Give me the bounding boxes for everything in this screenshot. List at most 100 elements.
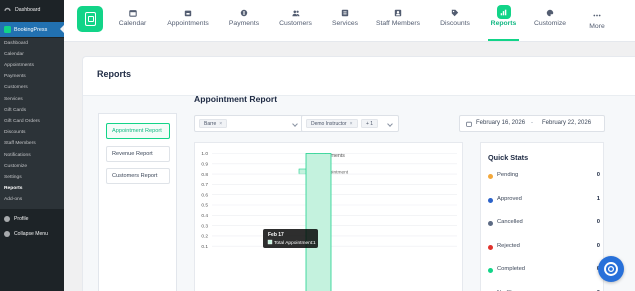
wp-sub-notifications[interactable]: Notifications (4, 153, 31, 159)
wp-menu-profile[interactable]: Profile (0, 216, 28, 222)
chart-panel: AppointmentsTotal Appointment1.00.90.80.… (194, 142, 463, 291)
staff-tag: Demo Instructor × (306, 119, 358, 128)
wp-sub-discounts[interactable]: Discounts (4, 130, 25, 136)
wp-menu-bookingpress[interactable]: BookingPress (0, 22, 64, 37)
wp-sub-reports[interactable]: Reports (4, 186, 22, 192)
section-title: Appointment Report (194, 94, 278, 104)
bookingpress-logo-icon (4, 26, 11, 33)
customers-icon (291, 9, 300, 17)
status-dot-icon (488, 174, 493, 179)
tooltip-title: Feb 17 (268, 232, 284, 238)
help-button[interactable] (598, 256, 624, 282)
staff-filter-select[interactable]: Demo Instructor × + 1 (301, 115, 399, 132)
services-icon (341, 9, 349, 17)
wp-sub-dashboard[interactable]: Dashboard (4, 41, 28, 47)
top-navigation: Calendar Appointments Payments Customers… (64, 0, 635, 42)
wp-sub-gift-card-orders[interactable]: Gift Card Orders (4, 119, 40, 125)
date-separator: - (531, 120, 533, 126)
y-tick-label: 0.4 (201, 213, 208, 219)
service-tag: Barre × (199, 119, 228, 128)
tab-customize[interactable]: Customize (534, 0, 566, 41)
wp-sub-staff-members[interactable]: Staff Members (4, 141, 36, 147)
page-title: Reports (97, 69, 132, 79)
tooltip-value: 1 (313, 240, 316, 246)
appointments-icon (184, 9, 192, 17)
tab-services[interactable]: Services (332, 0, 358, 41)
wp-sub-services[interactable]: Services (4, 97, 23, 103)
tab-calendar[interactable]: Calendar (118, 0, 147, 41)
quick-stats-title: Quick Stats (488, 153, 529, 162)
staff-icon (394, 9, 402, 17)
revenue-report-button[interactable]: Revenue Report (106, 146, 170, 162)
stat-value: 0 (596, 242, 600, 249)
tab-calendar-label: Calendar (118, 20, 147, 27)
wp-sub-customers[interactable]: Customers (4, 85, 28, 91)
date-range-picker[interactable]: February 16, 2026 - February 22, 2026 (459, 115, 605, 132)
y-tick-label: 0.3 (201, 223, 208, 229)
service-filter-select[interactable]: Barre × (194, 115, 304, 132)
app-root: { "wp_sidebar": { "dashboard": "Dashboar… (0, 0, 635, 291)
wp-sub-appointments[interactable]: Appointments (4, 63, 34, 69)
tab-reports-label: Reports (490, 20, 517, 27)
wp-sub-add-ons[interactable]: Add-ons (4, 197, 22, 203)
tab-customers-label: Customers (279, 20, 312, 27)
stat-label: Approved (497, 195, 522, 202)
stat-row-completed: Completed0 (488, 266, 600, 276)
bookingpress-logo[interactable] (77, 6, 103, 32)
close-icon[interactable]: × (219, 121, 222, 127)
wp-sub-customize[interactable]: Customize (4, 164, 27, 170)
status-dot-icon (488, 221, 493, 226)
tab-customize-label: Customize (533, 20, 567, 27)
wp-bookingpress-label: BookingPress (14, 26, 48, 33)
discount-icon (451, 9, 459, 17)
wp-sub-gift-cards[interactable]: Gift Cards (4, 108, 26, 114)
y-tick-label: 1.0 (201, 151, 208, 157)
tab-staff-members[interactable]: Staff Members (376, 0, 420, 41)
status-dot-icon (488, 197, 493, 203)
y-tick-label: 0.2 (201, 234, 208, 240)
y-tick-label: 0.9 (201, 162, 208, 168)
appointments-chart: AppointmentsTotal Appointment1.00.90.80.… (201, 151, 457, 291)
customers-report-button[interactable]: Customers Report (106, 168, 170, 184)
wp-sub-settings[interactable]: Settings (4, 175, 22, 181)
tooltip-label: Total Appointment: (274, 240, 313, 246)
stat-label: Completed (497, 266, 526, 272)
stat-value: 1 (596, 195, 600, 202)
tab-discounts-label: Discounts (440, 20, 470, 27)
stat-row-cancelled: Cancelled 0 (488, 219, 600, 229)
stat-value: 0 (596, 172, 600, 178)
tab-customers[interactable]: Customers (279, 0, 312, 41)
report-type-menu: Appointment Report Revenue Report Custom… (98, 113, 177, 291)
tab-reports[interactable]: Reports (488, 0, 519, 41)
close-icon[interactable]: × (350, 121, 353, 127)
calendar-icon (466, 121, 472, 127)
chevron-down-icon (387, 121, 393, 127)
tab-discounts[interactable]: Discounts (440, 0, 470, 41)
tab-more[interactable]: More (588, 0, 606, 41)
appointment-report-button[interactable]: Appointment Report (106, 123, 170, 139)
tab-services-label: Services (331, 20, 359, 27)
logo-icon (84, 12, 96, 26)
chevron-down-icon (292, 121, 298, 127)
date-start: February 16, 2026 (476, 120, 526, 126)
wp-collapse-label: Collapse Menu (14, 231, 48, 237)
wp-sub-payments[interactable]: Payments (4, 74, 26, 80)
wp-collapse-menu[interactable]: Collapse Menu (0, 231, 48, 237)
stat-label: Pending (497, 172, 519, 178)
date-end: February 22, 2026 (542, 120, 592, 126)
wp-profile-label: Profile (14, 216, 29, 222)
y-tick-label: 0.1 (201, 244, 208, 250)
wp-sub-calendar[interactable]: Calendar (4, 52, 24, 58)
tab-payments[interactable]: Payments (229, 0, 259, 41)
bar-feb-17 (305, 153, 332, 291)
help-icon (604, 262, 618, 276)
status-dot-icon (488, 268, 493, 273)
reports-card: Reports Appointment Report Revenue Repor… (82, 56, 635, 291)
stat-value: 0 (596, 219, 600, 225)
y-tick-label: 0.5 (201, 203, 208, 209)
tab-appointments[interactable]: Appointments (167, 0, 209, 41)
y-tick-label: 0.7 (201, 182, 208, 188)
dashboard-icon (4, 7, 11, 11)
profile-icon (4, 216, 10, 222)
wp-menu-dashboard[interactable]: Dashboard (0, 3, 64, 17)
